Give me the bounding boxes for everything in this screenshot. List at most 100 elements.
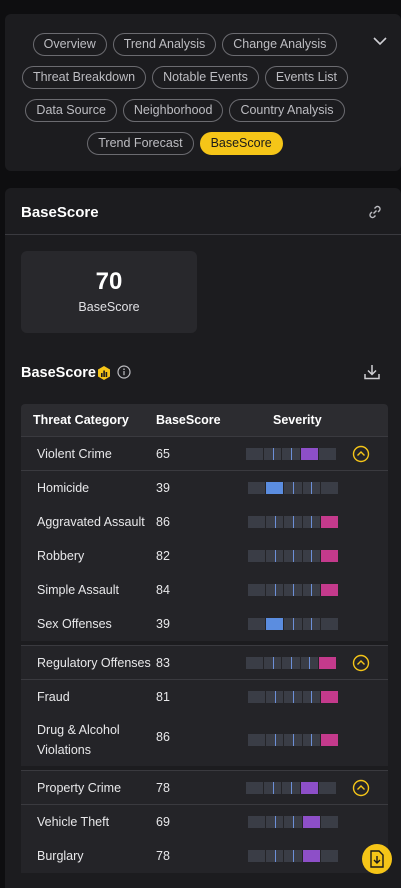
tab-neighborhood[interactable]: Neighborhood bbox=[122, 99, 224, 122]
chevron-up-circle-icon[interactable] bbox=[352, 779, 370, 797]
severity-segment bbox=[320, 482, 339, 494]
table-body: Violent Crime 65 Homicide 39 Aggravated Assa… bbox=[21, 436, 388, 873]
severity-tick bbox=[311, 516, 313, 528]
header-basescore: BaseScore bbox=[156, 413, 221, 427]
severity-tick bbox=[293, 550, 294, 562]
severity-bar bbox=[248, 516, 339, 528]
severity-tick bbox=[309, 657, 311, 669]
severity-tick bbox=[274, 516, 276, 528]
download-icon[interactable] bbox=[363, 363, 381, 381]
severity-segment bbox=[248, 516, 266, 528]
severity-segment bbox=[282, 657, 300, 669]
severity-segment bbox=[266, 816, 284, 828]
chevron-down-icon[interactable] bbox=[369, 30, 391, 52]
severity-tick bbox=[293, 734, 294, 746]
threat-score: 81 bbox=[156, 690, 170, 704]
table-header: Threat Category BaseScore Severity bbox=[21, 404, 388, 436]
severity-segment bbox=[248, 691, 266, 703]
severity-segment bbox=[248, 584, 266, 596]
threat-score: 69 bbox=[156, 815, 170, 829]
subcategory-row: Fraud 81 bbox=[21, 680, 388, 714]
tab-data-source[interactable]: Data Source bbox=[25, 99, 117, 122]
severity-segment bbox=[302, 816, 320, 828]
severity-tick bbox=[293, 482, 294, 494]
severity-segment bbox=[266, 618, 284, 630]
tab-country-analysis[interactable]: Country Analysis bbox=[229, 99, 345, 122]
severity-bar bbox=[246, 448, 337, 460]
tab-change-analysis[interactable]: Change Analysis bbox=[222, 33, 338, 56]
info-icon[interactable] bbox=[117, 365, 131, 379]
severity-segment bbox=[248, 550, 266, 562]
severity-tick bbox=[311, 482, 313, 494]
header-severity: Severity bbox=[273, 413, 322, 427]
severity-bar bbox=[246, 657, 337, 669]
severity-segment bbox=[302, 516, 320, 528]
tab-notable-events[interactable]: Notable Events bbox=[152, 66, 259, 89]
severity-segment bbox=[266, 584, 284, 596]
severity-tick bbox=[272, 782, 274, 794]
subcategory-row: Homicide 39 bbox=[21, 471, 388, 505]
severity-tick bbox=[274, 734, 276, 746]
severity-tick bbox=[293, 618, 294, 630]
threat-table: Threat Category BaseScore Severity Viole… bbox=[21, 404, 388, 873]
threat-score: 39 bbox=[156, 617, 170, 631]
tab-list: Overview Trend Analysis Change Analysis Thr… bbox=[5, 33, 365, 165]
severity-segment bbox=[300, 782, 318, 794]
severity-segment bbox=[302, 734, 320, 746]
tab-threat-breakdown[interactable]: Threat Breakdown bbox=[21, 66, 147, 89]
severity-segment bbox=[282, 782, 300, 794]
tab-events-list[interactable]: Events List bbox=[264, 66, 349, 89]
category-row: Property Crime 78 bbox=[21, 771, 388, 805]
tab-row: Overview Trend Analysis Change Analysis bbox=[5, 33, 365, 56]
threat-name: Simple Assault bbox=[37, 583, 119, 597]
link-icon[interactable] bbox=[367, 204, 383, 220]
severity-segment bbox=[284, 550, 302, 562]
severity-segment bbox=[266, 734, 284, 746]
severity-segment bbox=[284, 850, 302, 862]
severity-segment bbox=[320, 691, 339, 703]
severity-segment bbox=[320, 618, 339, 630]
severity-segment bbox=[284, 516, 302, 528]
tab-row: Trend Forecast BaseScore bbox=[5, 132, 365, 155]
threat-name: Regulatory Offenses bbox=[37, 656, 151, 670]
tab-basescore[interactable]: BaseScore bbox=[199, 132, 283, 155]
severity-segment bbox=[246, 657, 264, 669]
severity-segment bbox=[282, 448, 300, 460]
section-title: BaseScore bbox=[21, 365, 96, 381]
severity-segment bbox=[248, 482, 266, 494]
header-threat-category: Threat Category bbox=[33, 413, 129, 427]
severity-segment bbox=[320, 516, 339, 528]
threat-name: Homicide bbox=[37, 481, 90, 495]
chevron-up-circle-icon[interactable] bbox=[352, 654, 370, 672]
severity-segment bbox=[284, 691, 302, 703]
threat-name: Sex Offenses bbox=[37, 617, 112, 631]
tab-trend-analysis[interactable]: Trend Analysis bbox=[112, 33, 217, 56]
download-file-icon bbox=[370, 850, 384, 868]
score-card: 70 BaseScore bbox=[21, 251, 197, 333]
severity-tick bbox=[293, 691, 294, 703]
severity-tick bbox=[293, 816, 294, 828]
threat-score: 65 bbox=[156, 447, 170, 461]
severity-segment bbox=[266, 482, 284, 494]
download-report-button[interactable] bbox=[362, 844, 392, 874]
severity-segment bbox=[264, 448, 282, 460]
severity-segment bbox=[284, 734, 302, 746]
subcategory-row: Burglary 78 bbox=[21, 839, 388, 873]
threat-name: Violent Crime bbox=[37, 447, 112, 461]
severity-bar bbox=[248, 850, 339, 862]
threat-name: Vehicle Theft bbox=[37, 815, 110, 829]
tab-overview[interactable]: Overview bbox=[32, 33, 107, 56]
severity-segment bbox=[284, 584, 302, 596]
chevron-up-circle-icon[interactable] bbox=[352, 445, 370, 463]
score-label: BaseScore bbox=[78, 300, 140, 314]
severity-bar bbox=[248, 816, 339, 828]
threat-name: Drug & Alcohol Violations bbox=[37, 723, 120, 757]
severity-segment bbox=[284, 816, 302, 828]
analysis-tabs-panel: Overview Trend Analysis Change Analysis Thr… bbox=[5, 14, 401, 171]
severity-segment bbox=[246, 448, 264, 460]
tab-trend-forecast[interactable]: Trend Forecast bbox=[87, 132, 194, 155]
severity-segment bbox=[248, 734, 266, 746]
severity-bar bbox=[248, 550, 339, 562]
severity-segment bbox=[320, 550, 339, 562]
subcategory-row: Sex Offenses 39 bbox=[21, 607, 388, 641]
